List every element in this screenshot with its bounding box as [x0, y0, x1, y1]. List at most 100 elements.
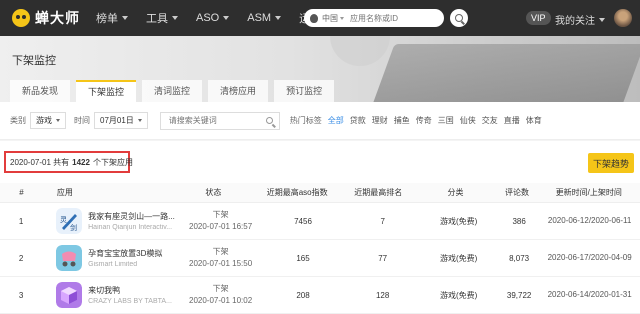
col-header-num: # [19, 188, 24, 197]
apple-icon[interactable] [310, 13, 318, 23]
col-header-rank[interactable]: 近期最高排名 [342, 187, 415, 198]
table-row[interactable]: 1 灵 剑 我家有座灵剑山—一路... Hainan Qianjun Inter… [0, 203, 640, 240]
svg-text:灵: 灵 [60, 216, 67, 224]
app-name[interactable]: 来切我鸭 [88, 285, 182, 296]
tag-live[interactable]: 直播 [504, 115, 520, 126]
nav-item-label: 榜单 [96, 13, 118, 25]
removed-apps-table: # 应用 状态 近期最高aso指数 近期最高排名 分类 评论数 更新时间/上架时… [0, 183, 640, 314]
tag-finance[interactable]: 理财 [372, 115, 388, 126]
col-header-status: 状态 [205, 188, 222, 197]
chevron-down-icon [56, 119, 60, 122]
col-header-aso[interactable]: 近期最高aso指数 [252, 187, 341, 198]
status-time: 2020-07-01 15:50 [189, 259, 253, 268]
stroller-app-icon [56, 245, 83, 271]
category-select[interactable]: 游戏 [30, 112, 66, 129]
nav-item-asm[interactable]: ASM [247, 10, 282, 26]
tab-keyword-clear-monitor[interactable]: 清词监控 [142, 80, 203, 102]
hot-tags-label: 热门标签 [289, 116, 322, 125]
reviews-cell: 386 [512, 216, 526, 226]
aso-cell: 208 [296, 290, 310, 300]
tag-xianxia[interactable]: 仙侠 [460, 115, 476, 126]
category-value: 游戏 [36, 116, 52, 125]
chevron-down-icon [137, 119, 142, 122]
avatar[interactable] [614, 9, 632, 27]
my-follow-label: 我的关注 [555, 16, 595, 27]
app-name[interactable]: 我家有座灵剑山—一路... [88, 211, 182, 222]
country-select[interactable]: 中国 [322, 13, 344, 24]
nav-item-rankings[interactable]: 榜单 [96, 10, 128, 26]
table-header: # 应用 状态 近期最高aso指数 近期最高排名 分类 评论数 更新时间/上架时… [0, 183, 640, 203]
status-text: 下架 [212, 210, 229, 219]
chevron-down-icon [599, 17, 605, 22]
app-cell[interactable]: 来切我鸭 CRAZY LABS BY TABTA... [42, 282, 182, 308]
search-icon [455, 14, 463, 22]
search-button[interactable] [450, 9, 468, 27]
tag-sports[interactable]: 体育 [526, 115, 542, 126]
date-select[interactable]: 07月01日 [94, 112, 148, 129]
nav-item-aso[interactable]: ASO [196, 10, 230, 26]
chevron-down-icon [122, 16, 128, 20]
tag-fishing[interactable]: 捕鱼 [394, 115, 410, 126]
search-icon[interactable] [265, 117, 273, 124]
tag-loan[interactable]: 贷款 [350, 115, 366, 126]
tag-three-kingdoms[interactable]: 三国 [438, 115, 454, 126]
banner-laptop-image [365, 44, 640, 102]
keyword-search-box [159, 111, 280, 130]
status-cell: 下架 2020-07-01 10:02 [182, 283, 259, 307]
tag-legend[interactable]: 传奇 [416, 115, 432, 126]
category-cell: 游戏(免费) [440, 290, 478, 300]
nav-item-tools[interactable]: 工具 [146, 10, 178, 26]
rank-cell: 128 [375, 290, 390, 300]
status-text: 下架 [212, 284, 229, 293]
update-time-cell: 2020-06-17/2020-04-09 [547, 253, 632, 262]
update-time-cell: 2020-06-14/2020-01-31 [547, 290, 632, 299]
hero-banner: 下架监控 新品发现 下架监控 清词监控 清榜应用 预订监控 [0, 36, 640, 102]
brand-name: 蝉大师 [35, 10, 80, 26]
update-time-cell: 2020-06-12/2020-06-11 [547, 216, 632, 225]
removal-count-summary: 2020-07-01 共有 1422 个下架应用 [4, 151, 133, 173]
aso-cell: 7456 [294, 216, 312, 226]
col-header-update-time[interactable]: 更新时间/上架时间 [538, 187, 640, 198]
reviews-cell: 39,722 [506, 290, 532, 300]
nav-item-label: ASM [247, 12, 272, 24]
tab-new-apps[interactable]: 新品发现 [10, 80, 71, 102]
logo[interactable]: 蝉大师 [12, 8, 80, 28]
page-title: 下架监控 [12, 55, 56, 67]
filter-bar: 类别 游戏 时间 07月01日 热门标签 全部 贷款 理财 捕鱼 传奇 三国 仙… [0, 102, 640, 140]
tab-preorder-monitor[interactable]: 预订监控 [274, 80, 335, 102]
nav-item-label: ASO [196, 12, 220, 24]
table-row[interactable]: 3 来切我鸭 CRAZY LABS BY TABTA... 下架 2020-07-… [0, 277, 640, 314]
cube-app-icon [56, 282, 83, 308]
keyword-input[interactable] [168, 116, 259, 125]
app-developer: Gismart Limited [88, 261, 138, 268]
app-developer: CRAZY LABS BY TABTA... [88, 298, 172, 305]
vip-badge[interactable]: VIP [526, 11, 551, 25]
row-num: 2 [18, 253, 24, 263]
tag-all[interactable]: 全部 [328, 115, 344, 126]
tab-removal-monitor[interactable]: 下架监控 [76, 80, 137, 102]
app-cell[interactable]: 灵 剑 我家有座灵剑山—一路... Hainan Qianjun Interac… [42, 208, 182, 234]
row-num: 3 [18, 290, 24, 300]
removal-trend-button[interactable]: 下架趋势 [588, 153, 634, 173]
reviews-cell: 8,073 [509, 253, 530, 263]
status-text: 下架 [212, 247, 229, 256]
my-follow-menu[interactable]: 我的关注 [555, 12, 605, 27]
search-input[interactable] [350, 13, 420, 23]
tag-social[interactable]: 交友 [482, 115, 498, 126]
chevron-down-icon [223, 16, 230, 20]
nav-item-label: 工具 [146, 13, 168, 25]
col-header-reviews[interactable]: 评论数 [497, 187, 538, 198]
table-row[interactable]: 2 孕育宝宝放置3D模拟 Gismart Limited 下架 2020-07-0… [0, 240, 640, 277]
sub-tabs: 新品发现 下架监控 清词监控 清榜应用 预订监控 [10, 80, 340, 102]
app-cell[interactable]: 孕育宝宝放置3D模拟 Gismart Limited [42, 245, 182, 271]
status-cell: 下架 2020-07-01 16:57 [182, 209, 259, 233]
col-header-category: 分类 [447, 188, 464, 197]
chevron-down-icon [172, 16, 178, 20]
app-name[interactable]: 孕育宝宝放置3D模拟 [88, 248, 182, 259]
summary-date: 2020-07-01 [10, 157, 51, 167]
category-cell: 游戏(免费) [440, 216, 478, 226]
sword-app-icon: 灵 剑 [56, 208, 83, 234]
status-time: 2020-07-01 10:02 [189, 296, 253, 305]
tab-rank-clear-apps[interactable]: 清榜应用 [208, 80, 269, 102]
removal-count: 1422 [72, 157, 90, 167]
